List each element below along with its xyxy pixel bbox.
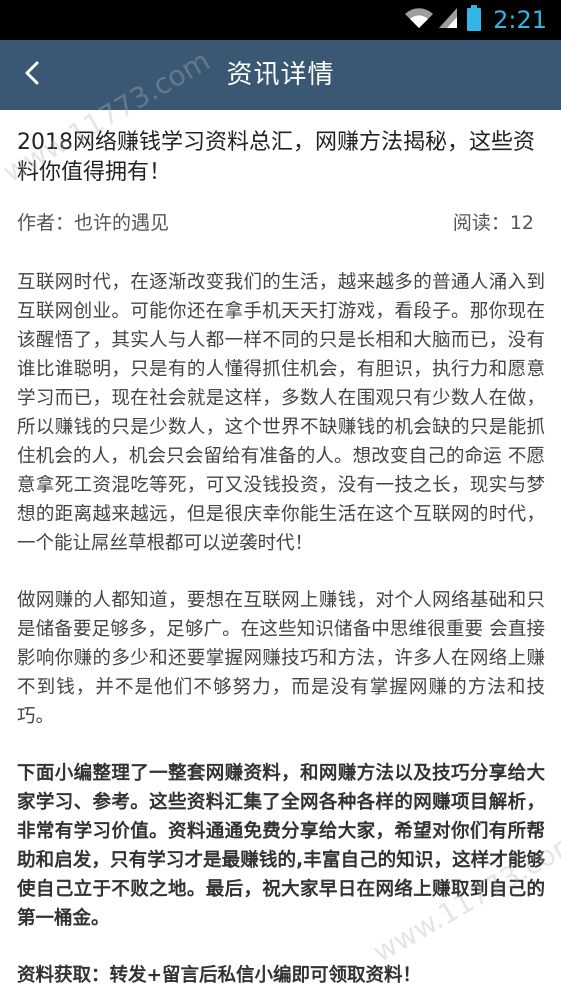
header-bar: 资讯详情 xyxy=(0,40,561,110)
article-paragraph: 做网赚的人都知道，要想在互联网上赚钱，对个人网络基础和只是储备要足够多，足够广。… xyxy=(17,590,545,727)
article-author: 作者：也许的遇见 xyxy=(17,212,170,234)
article-paragraph: 互联网时代，在逐渐改变我们的生活，越来越多的普通人涌入到互联网创业。可能你还在拿… xyxy=(17,272,545,554)
page-title: 资讯详情 xyxy=(226,60,335,90)
read-count: 阅读：12 xyxy=(452,212,534,234)
wifi-icon xyxy=(403,6,435,34)
status-icons: 2:21 xyxy=(403,0,547,40)
article-meta: 作者：也许的遇见 阅读：12 xyxy=(17,208,545,234)
status-time: 2:21 xyxy=(493,6,547,34)
article-title: 2018网络赚钱学习资料总汇，网赚方法揭秘，这些资料你值得拥有！ xyxy=(17,130,535,185)
battery-icon xyxy=(467,5,482,35)
status-bar: 2:21 xyxy=(0,0,561,40)
article: 2018网络赚钱学习资料总汇，网赚方法揭秘，这些资料你值得拥有！ 作者：也许的遇… xyxy=(17,110,545,990)
article-paragraph: 下面小编整理了一整套网赚资料，和网赚方法以及技巧分享给大家学习、参考。这些资料汇… xyxy=(17,763,545,929)
signal-icon xyxy=(437,6,459,34)
article-paragraph: 资料获取：转发+留言后私信小编即可领取资料！ xyxy=(17,965,422,986)
